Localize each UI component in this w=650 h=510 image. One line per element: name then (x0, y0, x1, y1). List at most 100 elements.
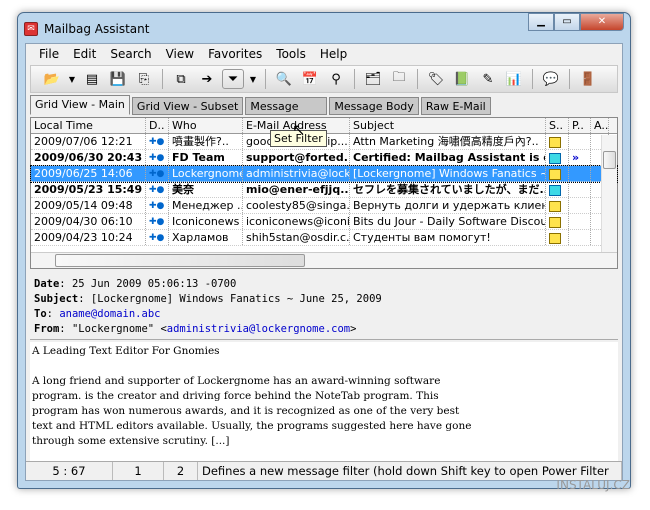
envelope-icon (546, 150, 569, 165)
export-icon[interactable]: ⎘ (133, 69, 155, 89)
date-label: Date (34, 278, 60, 290)
menu-file[interactable]: File (32, 47, 66, 61)
cell-who: Харламов (169, 230, 243, 245)
cell-who: Lockergnome (169, 166, 243, 181)
envelope-icon (546, 182, 569, 197)
tab-raw-email[interactable]: Raw E-Mail (420, 97, 491, 115)
new-folder-icon[interactable]: 🗂 (362, 69, 384, 89)
cell-subject: セフレを募集されていましたが、まだ... (350, 182, 546, 197)
filter-icon[interactable]: ⏷ (222, 69, 244, 89)
search-icon[interactable]: 🔍 (273, 69, 295, 89)
menu-help[interactable]: Help (313, 47, 354, 61)
cell-subject: Вернуть долги и удержать клиен... (350, 198, 546, 213)
cell-subject: [Lockergnome] Windows Fanatics ~ ... (350, 166, 546, 181)
table-row[interactable]: 2009/04/23 10:24 ✚● Харламов shih5stan@osdi… (31, 230, 617, 246)
col-priority[interactable]: P.. (569, 118, 591, 133)
incoming-icon: ✚● (146, 198, 169, 213)
incoming-icon: ✚● (146, 134, 169, 149)
table-row[interactable]: 2009/05/23 15:49 ✚● 美奈 mio@ener-efjjq... セフレ… (31, 182, 617, 198)
cell-priority (569, 198, 591, 213)
cell-subject: Студенты вам помогут! (350, 230, 546, 245)
watermark: INSTALUJ.CZ (556, 478, 630, 492)
folder-icon[interactable]: 🗀 (388, 69, 410, 89)
col-local-time[interactable]: Local Time (31, 118, 146, 133)
save-icon[interactable]: 💾 (107, 69, 129, 89)
col-subject[interactable]: Subject (350, 118, 546, 133)
incoming-icon: ✚● (146, 214, 169, 229)
tab-grid-view-subset[interactable]: Grid View - Subset (131, 97, 244, 115)
window-title: Mailbag Assistant (44, 22, 150, 36)
message-header-pane: Date: 25 Jun 2009 05:06:13 -0700 Subject… (30, 274, 618, 340)
tab-message[interactable]: Message (245, 97, 328, 115)
cell-email: support@forted... (243, 150, 350, 165)
app-window: ✉ Mailbag Assistant ▁ ▭ ✕ File Edit Sear… (17, 12, 631, 489)
from-name: "Lockergnome" < (71, 323, 167, 335)
cell-time: 2009/06/25 14:06 (31, 166, 146, 181)
incoming-icon: ✚● (146, 166, 169, 181)
move-icon[interactable]: ➔ (196, 69, 218, 89)
from-email-link[interactable]: administrivia@lockergnome.com (167, 323, 350, 335)
tag-icon[interactable]: 🏷 (425, 69, 447, 89)
message-body[interactable]: A Leading Text Editor For Gnomies A long… (30, 342, 618, 462)
envelope-icon (546, 198, 569, 213)
cell-time: 2009/04/30 06:10 (31, 214, 146, 229)
col-who[interactable]: Who (169, 118, 243, 133)
table-row[interactable]: 2009/06/30 20:43 ✚● FD Team support@forted.… (31, 150, 617, 166)
envelope-icon (546, 230, 569, 245)
copy-icon[interactable]: ⧉ (170, 69, 192, 89)
status-bar: 5 : 67 1 2 Defines a new message filter … (26, 461, 622, 480)
cell-email: administrivia@lock... (243, 166, 350, 181)
to-label: To (34, 308, 47, 320)
subject-value: [Lockergnome] Windows Fanatics ~ June 25… (90, 293, 382, 305)
tab-message-body[interactable]: Message Body (329, 97, 419, 115)
col-attachment[interactable]: A.. (591, 118, 609, 133)
from-end: > (350, 323, 357, 335)
cell-who: FD Team (169, 150, 243, 165)
open-folder-icon[interactable]: 📂 (41, 69, 63, 89)
grid-vertical-scrollbar[interactable] (601, 135, 617, 252)
cell-who: Iconiconews (169, 214, 243, 229)
col-direction[interactable]: D.. (146, 118, 169, 133)
menu-favorites[interactable]: Favorites (201, 47, 269, 61)
chart-icon[interactable]: 📊 (503, 69, 525, 89)
cell-time: 2009/04/23 10:24 (31, 230, 146, 245)
maximize-button[interactable]: ▭ (554, 13, 580, 31)
cell-priority (569, 134, 591, 149)
minimize-button[interactable]: ▁ (528, 13, 554, 31)
cell-time: 2009/05/23 15:49 (31, 182, 146, 197)
tab-grid-view-main[interactable]: Grid View - Main (30, 95, 130, 115)
incoming-icon: ✚● (146, 230, 169, 245)
title-bar: ✉ Mailbag Assistant ▁ ▭ ✕ (24, 13, 624, 41)
filter-dropdown-icon[interactable]: ▼ (248, 69, 258, 89)
close-button[interactable]: ✕ (580, 13, 624, 31)
col-status[interactable]: S.. (546, 118, 569, 133)
table-row[interactable]: 2009/06/25 14:06 ✚● Lockergnome administriv… (30, 165, 618, 183)
menu-view[interactable]: View (159, 47, 201, 61)
calendar-icon[interactable]: 📅 (299, 69, 321, 89)
exit-icon[interactable]: 🚪 (577, 69, 599, 89)
menu-search[interactable]: Search (103, 47, 158, 61)
menu-tools[interactable]: Tools (269, 47, 313, 61)
menu-edit[interactable]: Edit (66, 47, 103, 61)
grid-horizontal-scrollbar[interactable] (31, 252, 617, 268)
mailbox-icon[interactable]: ▤ (81, 69, 103, 89)
table-row[interactable]: 2009/04/30 06:10 ✚● Iconiconews iconiconews… (31, 214, 617, 230)
table-row[interactable]: 2009/05/14 09:48 ✚● Менеджер ... coolesty85… (31, 198, 617, 214)
cell-who: 噴畫製作?.. (169, 134, 243, 149)
cell-subject: Attn Marketing 海嘯價高精度戶內?.. (350, 134, 546, 149)
envelope-icon (546, 214, 569, 229)
to-link[interactable]: aname@domain.abc (59, 308, 160, 320)
cell-email: shih5stan@osdir.c... (243, 230, 350, 245)
mouse-cursor-icon: ↖ (292, 120, 306, 139)
edit-icon[interactable]: ✎ (477, 69, 499, 89)
menu-bar: File Edit Search View Favorites Tools He… (26, 44, 622, 63)
comment-icon[interactable]: 💬 (540, 69, 562, 89)
dropdown-arrow-icon[interactable]: ▼ (67, 69, 77, 89)
status-count-b: 2 (164, 462, 198, 480)
status-count-a: 1 (113, 462, 164, 480)
app-icon: ✉ (24, 22, 38, 36)
cell-subject: Certified: Mailbag Assistant is c... (350, 150, 546, 165)
incoming-icon: ✚● (146, 150, 169, 165)
notebook-icon[interactable]: 📗 (451, 69, 473, 89)
binoculars-icon[interactable]: ⚲ (325, 69, 347, 89)
